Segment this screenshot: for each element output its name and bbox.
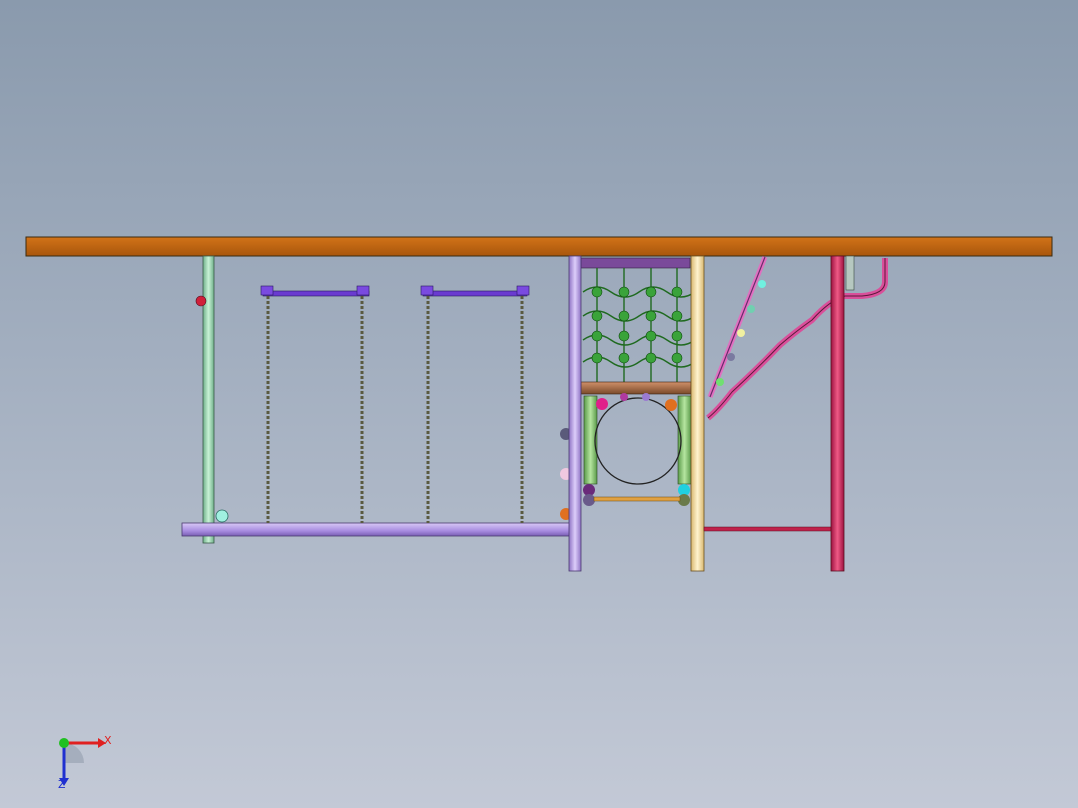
z-axis-label: Z: [58, 778, 66, 791]
swing-right: [420, 285, 530, 523]
y-axis-dot: [59, 738, 69, 748]
slide: [707, 256, 768, 398]
x-axis-label: X: [104, 734, 112, 747]
deck-beam: [580, 381, 692, 395]
post-tower-purple: [568, 255, 582, 572]
roof-panel: [25, 236, 1053, 257]
swing-left: [260, 285, 370, 523]
model-scene[interactable]: [0, 0, 1078, 808]
crawl-tube: [583, 393, 692, 506]
climbing-net: [580, 257, 696, 382]
bottom-beam: [181, 522, 573, 537]
post-cap-red: [195, 295, 207, 307]
slide-rail: [845, 255, 855, 291]
graphics-viewport[interactable]: X Z: [0, 0, 1078, 808]
coordinate-triad: X Z: [58, 734, 112, 791]
beam-end-cap: [215, 509, 229, 523]
post-right-red: [830, 255, 845, 572]
red-crossbar: [703, 526, 833, 532]
post-tower-cream: [690, 255, 705, 572]
